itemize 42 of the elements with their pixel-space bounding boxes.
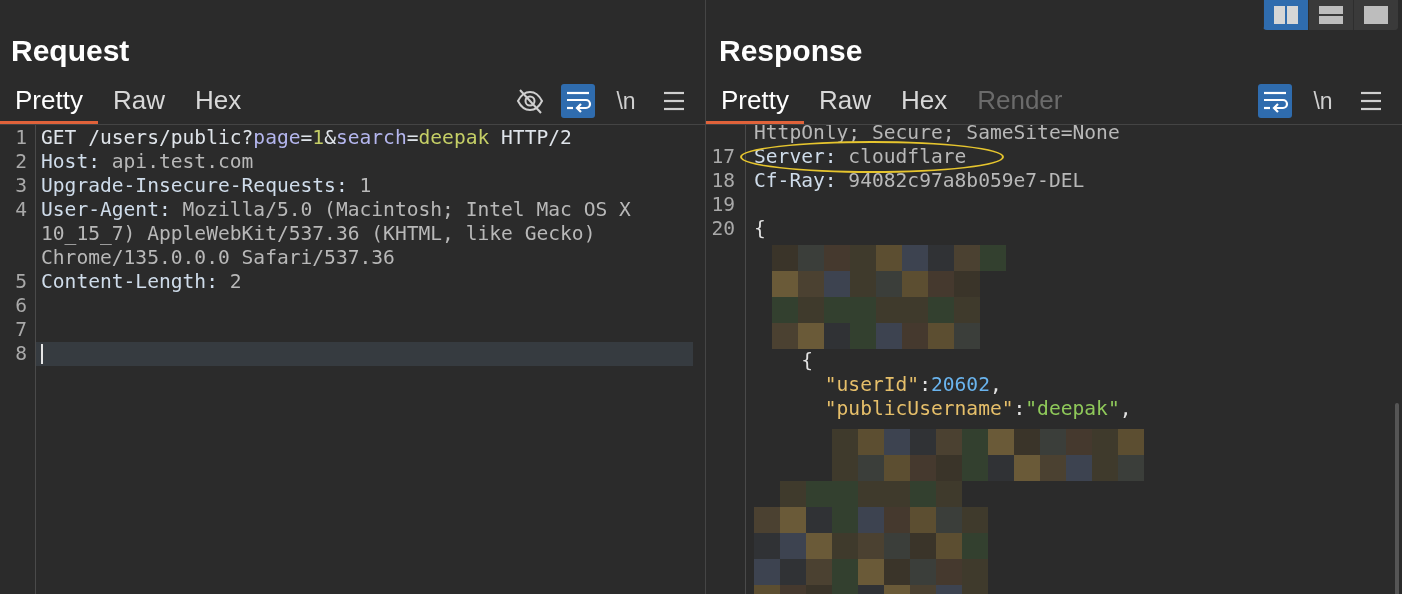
- line-number: 20: [710, 217, 736, 241]
- newline-button[interactable]: \n: [609, 84, 643, 118]
- view-tab[interactable]: Raw: [803, 84, 886, 124]
- line-number: 3: [14, 174, 28, 198]
- code-line: "userId":20602,: [823, 373, 1002, 396]
- line-number: 18: [710, 169, 736, 193]
- line-number: 8: [14, 342, 28, 366]
- eye-slash-icon: [516, 87, 544, 115]
- view-tab[interactable]: Pretty: [706, 84, 804, 124]
- text-cursor: [41, 344, 43, 364]
- columns-icon: [1273, 5, 1299, 25]
- line-number: 6: [14, 294, 28, 318]
- view-tab[interactable]: Pretty: [0, 84, 98, 124]
- pane-title: Response: [718, 33, 864, 69]
- code-line: Upgrade-Insecure-Requests: 1: [41, 174, 372, 197]
- line-number: 2: [14, 150, 28, 174]
- code-line: Host: api.test.com: [41, 150, 254, 173]
- newline-button[interactable]: \n: [1306, 84, 1340, 118]
- line-number: 4: [14, 198, 28, 223]
- code-line: {: [800, 349, 813, 372]
- code-line: Server: cloudflare: [754, 145, 967, 168]
- view-tab[interactable]: Hex: [885, 84, 963, 124]
- line-number: 1: [14, 126, 28, 150]
- code-line: "publicUsername":"deepak",: [823, 397, 1132, 420]
- code-line: GET /users/public?page=1&search=deepak HTTP/2: [41, 126, 572, 149]
- layout-button[interactable]: [1263, 0, 1308, 30]
- code-line: User-Agent: Mozilla/5.0 (Macintosh; Intel Mac OS X 10_15_7) AppleWebKit/537.36 (KHTML, like Gecko) Chrome/135.0.0.0 Safari/537.36: [41, 198, 632, 269]
- wrap-button[interactable]: [561, 84, 595, 118]
- pane-title: Request: [10, 33, 131, 69]
- code-line: Cf-Ray: 94082c97a8b059e7-DEL: [754, 169, 1085, 192]
- line-number: 7: [14, 318, 28, 342]
- line-number: 19: [710, 193, 736, 217]
- single-panel-icon: [1363, 5, 1389, 25]
- wrap-button[interactable]: [1258, 84, 1292, 118]
- rows-icon: [1318, 5, 1344, 25]
- line-number: 17: [710, 145, 736, 169]
- code-line: {: [754, 217, 766, 240]
- scrollbar[interactable]: [1395, 403, 1399, 594]
- code-line: Content-Length: 2: [41, 270, 242, 293]
- view-tab[interactable]: Raw: [97, 84, 180, 124]
- view-tab[interactable]: Hex: [179, 84, 257, 124]
- line-number: 5: [14, 270, 28, 294]
